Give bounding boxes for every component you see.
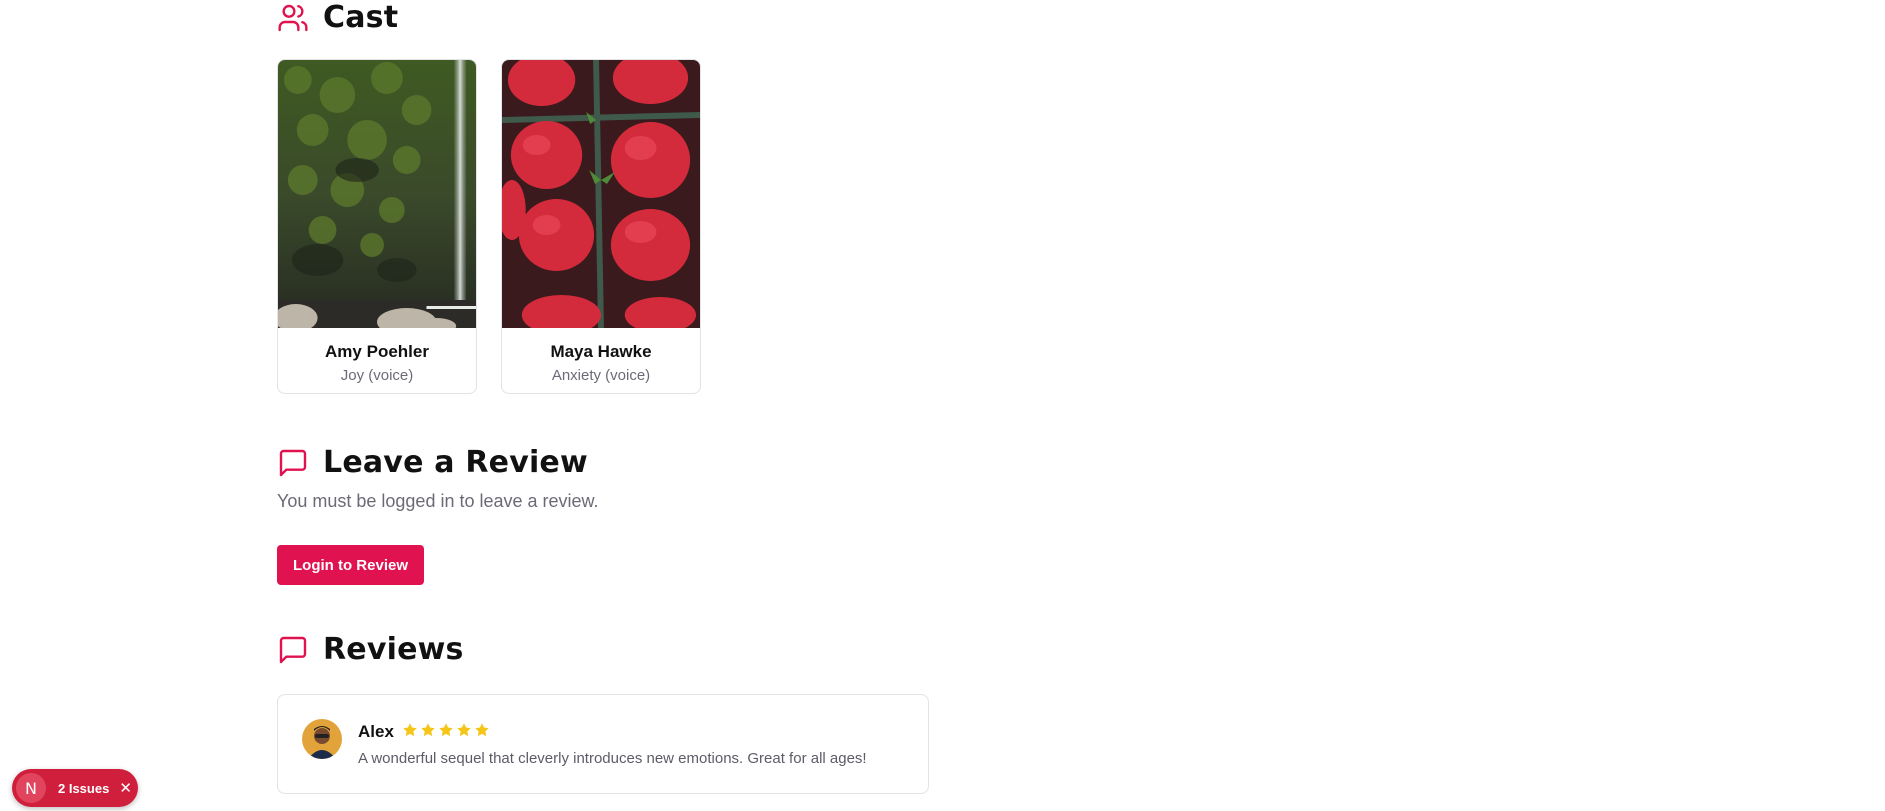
- cast-name: Maya Hawke: [550, 342, 652, 361]
- cast-photo: [278, 60, 476, 328]
- review-card: Alex A wonderful sequel that cleverly in…: [277, 694, 929, 794]
- strawberries-photo: [502, 60, 700, 328]
- star-icon: [438, 722, 454, 738]
- issues-count[interactable]: 2 Issues: [58, 781, 109, 796]
- close-icon[interactable]: ✕: [119, 781, 132, 796]
- leave-review-heading: Leave a Review: [277, 445, 588, 480]
- cast-card-maya-hawke[interactable]: Maya Hawke Anxiety (voice): [501, 59, 701, 394]
- cast-role: Anxiety (voice): [551, 367, 651, 384]
- message-square-icon: [277, 447, 309, 479]
- star-icon: [420, 722, 436, 738]
- reviews-heading: Reviews: [277, 632, 464, 667]
- users-icon: [277, 2, 309, 34]
- cast-title: Cast: [323, 0, 399, 35]
- issues-badge[interactable]: N 2 Issues ✕: [12, 769, 138, 807]
- review-author: Alex: [358, 722, 394, 741]
- cast-role: Joy (voice): [340, 367, 414, 384]
- cast-name: Amy Poehler: [325, 342, 429, 361]
- star-icon: [474, 722, 490, 738]
- avatar: [302, 719, 342, 759]
- star-icon: [456, 722, 472, 738]
- star-icon: [402, 722, 418, 738]
- login-required-note: You must be logged in to leave a review.: [277, 491, 599, 511]
- review-text: A wonderful sequel that cleverly introdu…: [358, 750, 867, 767]
- cast-heading: Cast: [277, 0, 398, 35]
- cast-photo: [502, 60, 700, 328]
- message-square-icon: [277, 634, 309, 666]
- page: Cast Amy Poehler Joy (voice) Maya Hawke …: [0, 0, 1885, 811]
- leave-review-title: Leave a Review: [323, 445, 588, 480]
- cast-grid: Amy Poehler Joy (voice) Maya Hawke Anxie…: [277, 59, 701, 394]
- cast-info: Amy Poehler Joy (voice): [278, 328, 476, 384]
- reviews-title: Reviews: [323, 632, 464, 667]
- mossy-waterfall-photo: [278, 60, 476, 328]
- login-to-review-button[interactable]: Login to Review: [277, 545, 425, 585]
- review-rating: [402, 722, 490, 738]
- next-logo-icon[interactable]: N: [16, 773, 46, 803]
- cast-info: Maya Hawke Anxiety (voice): [502, 328, 700, 384]
- cast-card-amy-poehler[interactable]: Amy Poehler Joy (voice): [277, 59, 477, 394]
